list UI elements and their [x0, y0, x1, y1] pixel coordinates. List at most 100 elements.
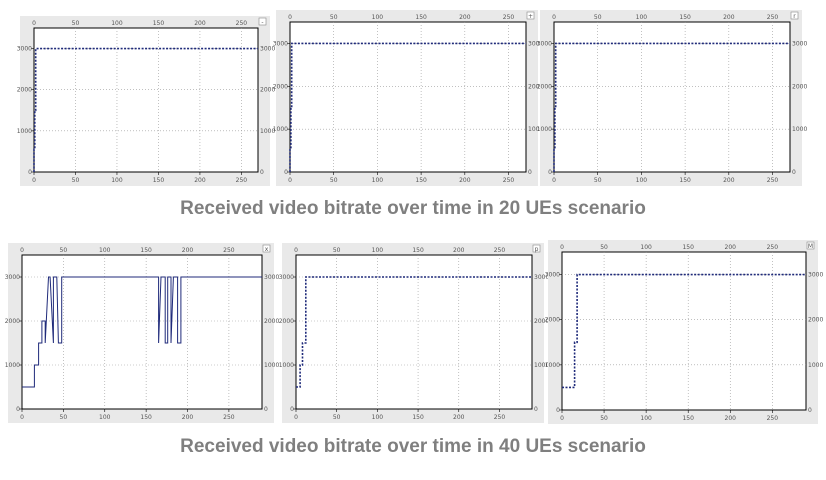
y-tick-label: 3000	[5, 274, 20, 281]
x-tick-label-top: 150	[679, 14, 691, 21]
x-tick-label-top: 200	[459, 14, 471, 21]
x-tick-label: 150	[682, 415, 694, 422]
x-tick-label: 150	[412, 414, 424, 421]
x-tick-label-top: 250	[236, 20, 248, 27]
x-tick-label-top: 50	[72, 20, 80, 27]
x-tick-label-top: 100	[372, 14, 384, 21]
x-tick-label: 200	[459, 177, 471, 184]
x-tick-label: 200	[723, 177, 735, 184]
x-tick-label-top: 50	[594, 14, 602, 21]
y-tick-label: 2000	[17, 87, 32, 94]
panel-label: p	[535, 246, 539, 253]
chart-1-svg: 0050501001001501502002002502500 01000 1000…	[17, 17, 275, 184]
x-tick-label-top: 0	[20, 247, 24, 254]
y-tick-label: 2000	[545, 317, 560, 324]
y-tick-label: 3000	[545, 272, 560, 279]
plot-area	[289, 21, 527, 173]
x-tick-label: 200	[453, 414, 465, 421]
x-tick-label-top: 50	[60, 247, 68, 254]
y-tick-label: 1000	[537, 126, 552, 133]
y-tick-label-right: 1000	[808, 362, 823, 369]
x-tick-label: 150	[153, 177, 165, 184]
chart-panel-6: 0 0 50 50 100 100 150 150 200 200 250 250 0 0 1000 1000…	[545, 240, 823, 424]
panel-label: -	[261, 19, 263, 26]
chart-6-svg: 0050501001001501502002002502500 01000 1000…	[545, 241, 823, 422]
x-tick-label: 250	[236, 177, 248, 184]
x-tick-label-top: 150	[412, 247, 424, 254]
y-tick-label: 3000	[537, 40, 552, 47]
x-tick-label-top: 0	[560, 244, 564, 251]
chart-panel-5: 0 0 50 50 100 100 150 150 200 200 250 250 0 0 1000 1000…	[279, 243, 549, 423]
x-tick-label-top: 200	[453, 247, 465, 254]
x-tick-label-top: 150	[415, 14, 427, 21]
x-tick-label: 100	[372, 414, 384, 421]
x-tick-label-top: 250	[767, 244, 779, 251]
x-tick-label-top: 250	[503, 14, 515, 21]
y-tick-label-right: 0	[808, 407, 812, 414]
y-tick-label: 2000	[5, 318, 20, 325]
x-tick-label: 50	[72, 177, 80, 184]
x-tick-label: 100	[372, 177, 384, 184]
y-tick-label-right: 0	[260, 169, 264, 176]
y-tick-label-right: 3000	[792, 40, 807, 47]
y-tick-label: 1000	[273, 126, 288, 133]
x-tick-label-top: 200	[725, 244, 737, 251]
chart-panel-2: 0 0 50 50 100 100 150 150 200 200 250 250 0 0 1000 1000…	[273, 10, 543, 186]
x-tick-label-top: 200	[182, 247, 194, 254]
x-tick-label-top: 50	[600, 244, 608, 251]
y-tick-label: 3000	[273, 40, 288, 47]
y-tick-label: 0	[556, 407, 560, 414]
x-tick-label: 200	[725, 415, 737, 422]
x-tick-label-top: 200	[723, 14, 735, 21]
x-tick-label-top: 100	[372, 247, 384, 254]
x-tick-label: 100	[99, 414, 111, 421]
chart-panel-1: 0 0 50 50 100 100 150 150 200 200 250 250 0 0 1000 1000…	[17, 16, 275, 186]
x-tick-label: 100	[111, 177, 123, 184]
x-tick-label: 50	[333, 414, 341, 421]
caption-40-ues: Received video bitrate over time in 40 U…	[180, 436, 646, 457]
x-tick-label: 250	[503, 177, 515, 184]
panel-label: M	[808, 243, 813, 250]
x-tick-label-top: 50	[330, 14, 338, 21]
x-tick-label: 0	[552, 177, 556, 184]
y-tick-label-right: 0	[534, 406, 538, 413]
x-tick-label: 150	[679, 177, 691, 184]
x-tick-label-top: 200	[194, 20, 206, 27]
x-tick-label: 0	[288, 177, 292, 184]
chart-panel-4: 0 0 50 50 100 100 150 150 200 200 250 250 0 0 1000 1000…	[5, 243, 279, 423]
x-tick-label-top: 150	[153, 20, 165, 27]
y-tick-label: 0	[16, 406, 20, 413]
y-tick-label-right: 2000	[808, 317, 823, 324]
y-tick-label: 0	[548, 169, 552, 176]
x-tick-label-top: 250	[223, 247, 235, 254]
y-tick-label: 1000	[5, 362, 20, 369]
x-tick-label: 100	[636, 177, 648, 184]
panel-label: x	[265, 246, 269, 253]
plot-area	[553, 21, 791, 173]
x-tick-label: 50	[600, 415, 608, 422]
y-tick-label-right: 3000	[264, 274, 279, 281]
x-tick-label-top: 250	[767, 14, 779, 21]
y-tick-label: 2000	[537, 83, 552, 90]
x-tick-label: 150	[140, 414, 152, 421]
x-tick-label-top: 50	[333, 247, 341, 254]
y-tick-label: 3000	[17, 46, 32, 53]
y-tick-label: 3000	[279, 274, 294, 281]
x-tick-label-top: 0	[288, 14, 292, 21]
y-tick-label: 0	[290, 406, 294, 413]
x-tick-label-top: 0	[552, 14, 556, 21]
y-tick-label: 0	[28, 169, 32, 176]
chart-panel-3: 0 0 50 50 100 100 150 150 200 200 250 250 0 0 1000 1000…	[537, 10, 807, 186]
x-tick-label: 250	[767, 177, 779, 184]
x-tick-label: 250	[223, 414, 235, 421]
y-tick-label-right: 1000	[792, 126, 807, 133]
y-tick-label-right: 0	[792, 169, 796, 176]
chart-5-svg: 0050501001001501502002002502500 01000 1000…	[279, 244, 549, 421]
y-tick-label-right: 2000	[264, 318, 279, 325]
y-tick-label: 2000	[279, 318, 294, 325]
x-tick-label: 150	[415, 177, 427, 184]
x-tick-label: 0	[294, 414, 298, 421]
x-tick-label: 250	[767, 415, 779, 422]
x-tick-label-top: 0	[294, 247, 298, 254]
y-tick-label-right: 0	[528, 169, 532, 176]
